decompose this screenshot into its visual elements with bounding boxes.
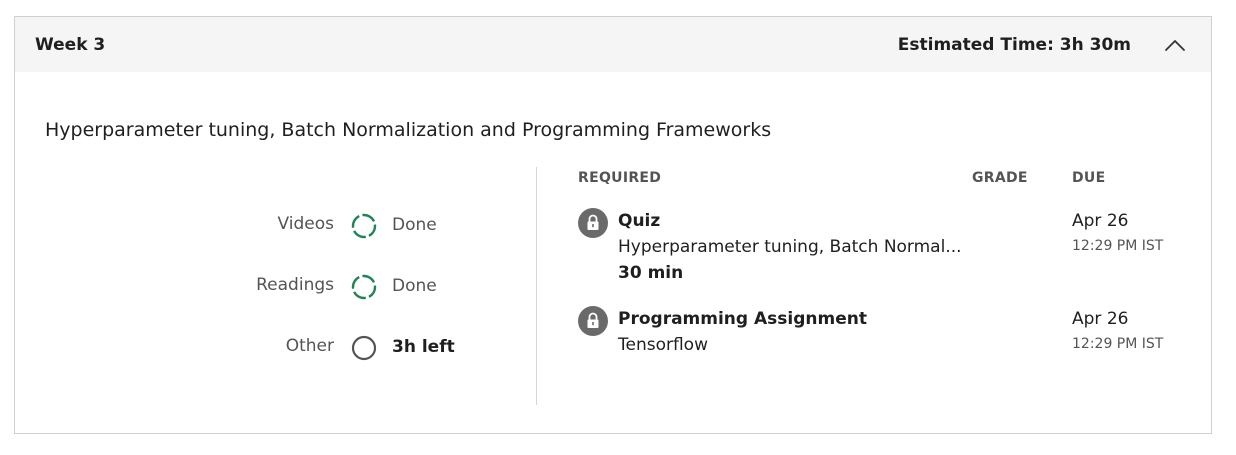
week-card: Week 3 Estimated Time: 3h 30m Hyperparam… [14,16,1212,434]
progress-label: Videos [277,214,335,234]
column-divider [536,167,537,405]
progress-status: Done [392,276,437,296]
due-time: 12:29 PM IST [1072,336,1164,352]
progress-ring-icon [351,335,377,361]
progress-ring-icon [351,213,377,239]
progress-status: Done [392,215,437,235]
due-date: Apr 26 [1072,309,1129,329]
column-header-due: DUE [1072,170,1106,186]
progress-label: Other [285,336,334,356]
due-time: 12:29 PM IST [1072,238,1164,254]
lock-icon [578,306,608,336]
estimated-time: Estimated Time: 3h 30m [897,35,1131,55]
assignment-type[interactable]: Quiz [618,211,660,231]
assignment-name: Tensorflow [618,335,708,355]
assignment-duration: 30 min [618,263,684,283]
week-title: Week 3 [35,35,106,55]
column-header-required: REQUIRED [578,170,662,186]
week-header[interactable]: Week 3 Estimated Time: 3h 30m [15,17,1211,72]
lock-icon [578,208,608,238]
progress-label: Readings [256,275,334,295]
collapse-button[interactable] [1163,33,1187,57]
assignment-type[interactable]: Programming Assignment [618,309,867,329]
progress-status: 3h left [392,337,455,357]
column-header-grade: GRADE [972,170,1028,186]
chevron-up-icon [1165,40,1185,51]
due-date: Apr 26 [1072,211,1129,231]
progress-ring-icon [351,274,377,300]
assignment-name: Hyperparameter tuning, Batch Normal... [618,237,962,257]
week-description: Hyperparameter tuning, Batch Normalizati… [45,119,772,141]
